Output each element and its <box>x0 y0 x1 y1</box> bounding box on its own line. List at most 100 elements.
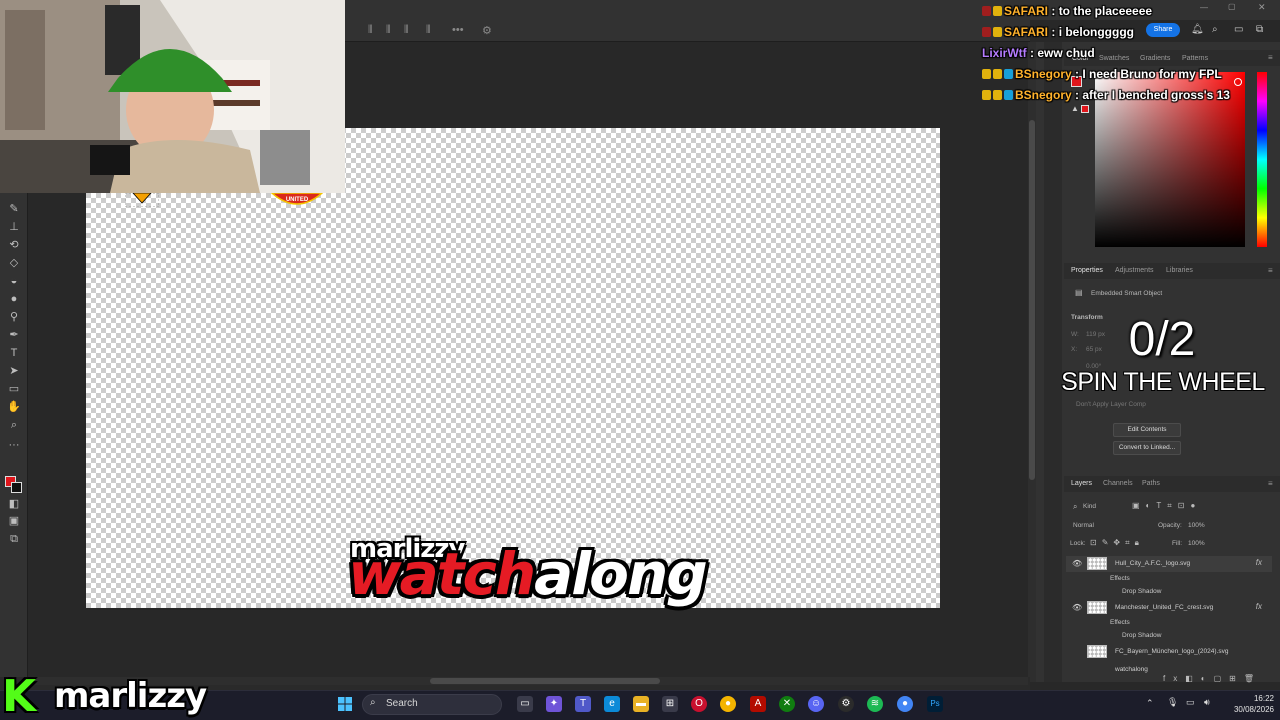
tab-channels[interactable]: Channels <box>1103 480 1133 487</box>
convert-to-linked-button[interactable]: Convert to Linked... <box>1113 441 1181 455</box>
windows-start-icon[interactable] <box>338 697 352 711</box>
path-select-icon[interactable]: ➤ <box>6 364 22 378</box>
discord-icon[interactable]: ☺ <box>808 696 824 712</box>
man-united-crest[interactable]: UNITED <box>270 193 324 208</box>
blur-tool-icon[interactable]: ● <box>6 292 22 306</box>
tab-libraries[interactable]: Libraries <box>1166 267 1193 274</box>
eraser-tool-icon[interactable]: ◇ <box>6 256 22 270</box>
stamp-tool-icon[interactable]: ⊥ <box>6 220 22 234</box>
bell-icon[interactable]: 🔔︎ <box>1191 24 1204 35</box>
hull-city-crest[interactable] <box>125 193 159 207</box>
layer-effect-drop-shadow[interactable]: Drop Shadow <box>1122 632 1161 639</box>
arrange-icon[interactable]: ⧉ <box>1256 24 1263 35</box>
layer-filter-icons[interactable]: ▣◐T⌗⊡● <box>1132 501 1201 511</box>
hue-slider[interactable] <box>1257 72 1267 247</box>
screen-mode-icon[interactable]: ▣ <box>6 514 22 528</box>
color-picker-handle[interactable] <box>1234 78 1242 86</box>
more-tools-icon[interactable]: ··· <box>6 438 22 452</box>
lock-icons[interactable]: ⊡✎✥⌗🔒︎ <box>1090 538 1144 548</box>
file-explorer-icon[interactable]: ▬ <box>633 696 649 712</box>
search-icon[interactable]: ⌕ <box>1212 24 1218 35</box>
chrome-profile-icon[interactable]: ● <box>897 696 913 712</box>
steam-icon[interactable]: ⚙ <box>838 696 854 712</box>
tab-adjustments[interactable]: Adjustments <box>1115 267 1154 274</box>
tab-properties[interactable]: Properties <box>1071 267 1103 274</box>
edit-contents-button[interactable]: Edit Contents <box>1113 423 1181 437</box>
rectangle-tool-icon[interactable]: ▭ <box>6 382 22 396</box>
chat-username[interactable]: BSnegory <box>1015 67 1072 81</box>
eye-icon[interactable]: 👁︎ <box>1072 559 1082 568</box>
opacity-value[interactable]: 100% <box>1188 522 1205 529</box>
pen-tool-icon[interactable]: ✒ <box>6 328 22 342</box>
chat-username[interactable]: LixirWtf <box>982 46 1027 60</box>
fx-icon[interactable]: fx <box>1256 558 1262 567</box>
photoshop-icon[interactable]: Ps <box>927 696 943 712</box>
panel-background-swatch[interactable] <box>1081 105 1089 113</box>
tab-patterns[interactable]: Patterns <box>1182 55 1208 62</box>
gear-icon[interactable]: ⚙ <box>482 24 492 37</box>
layer-row[interactable]: FC_Bayern_München_logo_(2024).svg <box>1066 644 1272 660</box>
tray-chevron-icon[interactable]: ⌃ <box>1146 698 1154 709</box>
distribute-icon[interactable]: ⫴ <box>426 24 431 37</box>
more-options-icon[interactable]: ••• <box>452 24 464 36</box>
fill-value[interactable]: 100% <box>1188 540 1205 547</box>
vertical-scroll-thumb[interactable] <box>1029 120 1035 480</box>
share-button[interactable]: Share <box>1146 23 1180 37</box>
spotify-icon[interactable]: ≋ <box>867 696 883 712</box>
tab-swatches[interactable]: Swatches <box>1099 55 1129 62</box>
edge-icon[interactable]: e <box>604 696 620 712</box>
layer-effects[interactable]: Effects <box>1110 619 1130 626</box>
maximize-icon[interactable]: ▢ <box>1228 2 1236 11</box>
panel-menu-icon[interactable]: ≡ <box>1268 53 1273 62</box>
layer-action-icons[interactable]: fx◧◐▢⊞🗑︎ <box>1163 674 1262 683</box>
tab-gradients[interactable]: Gradients <box>1140 55 1170 62</box>
layers-menu-icon[interactable]: ≡ <box>1268 479 1273 488</box>
task-view-icon[interactable]: ▭ <box>517 696 533 712</box>
xbox-icon[interactable]: ✕ <box>779 696 795 712</box>
workspace-icon[interactable]: ▭ <box>1234 24 1243 35</box>
opera-icon[interactable]: O <box>691 696 707 712</box>
eye-icon[interactable]: 👁︎ <box>1072 603 1082 612</box>
edit-toolbar-icon[interactable]: ⧉ <box>6 532 22 546</box>
chrome-icon[interactable]: ● <box>720 696 736 712</box>
store-icon[interactable]: ⊞ <box>662 696 678 712</box>
minimize-icon[interactable]: — <box>1200 3 1208 12</box>
horizontal-scroll-thumb[interactable] <box>430 678 660 684</box>
volume-icon[interactable]: 🔊︎ <box>1204 697 1210 708</box>
background-color-swatch[interactable] <box>11 482 22 493</box>
tab-layers[interactable]: Layers <box>1071 480 1092 487</box>
teams-icon[interactable]: T <box>575 696 591 712</box>
properties-menu-icon[interactable]: ≡ <box>1268 266 1273 275</box>
brush-tool-icon[interactable]: ✎ <box>6 202 22 216</box>
dodge-tool-icon[interactable]: ⚲ <box>6 310 22 324</box>
blend-mode-select[interactable]: Normal <box>1073 522 1094 529</box>
layer-row[interactable]: 👁︎ Hull_City_A.F.C._logo.svg fx <box>1066 556 1272 572</box>
taskbar-clock[interactable]: 16:22 30/08/2026 <box>1222 693 1274 715</box>
zoom-tool-icon[interactable]: ⌕ <box>6 418 22 432</box>
paint-bucket-icon[interactable]: ◒ <box>6 274 22 288</box>
align-right-icon[interactable]: ⫴ <box>404 24 409 37</box>
layer-row[interactable]: watchalong <box>1066 664 1272 674</box>
quick-mask-icon[interactable]: ◧ <box>6 497 22 511</box>
chat-username[interactable]: BSnegory <box>1015 88 1072 102</box>
history-brush-icon[interactable]: ⟲ <box>6 238 22 252</box>
type-tool-icon[interactable]: T <box>6 346 22 360</box>
chat-username[interactable]: SAFARI <box>1004 4 1048 18</box>
microphone-icon[interactable]: 🎙︎ <box>1167 697 1178 708</box>
copilot-icon[interactable]: ✦ <box>546 696 562 712</box>
fx-icon[interactable]: fx <box>1256 602 1262 611</box>
layer-effects[interactable]: Effects <box>1110 575 1130 582</box>
layer-filter-select[interactable]: Kind <box>1083 503 1096 510</box>
network-icon[interactable]: ▭ <box>1186 697 1195 708</box>
chat-username[interactable]: SAFARI <box>1004 25 1048 39</box>
document-canvas[interactable] <box>86 128 940 608</box>
layer-row[interactable]: 👁︎ Manchester_United_FC_crest.svg fx <box>1066 600 1272 616</box>
hand-tool-icon[interactable]: ✋ <box>6 400 22 414</box>
align-left-icon[interactable]: ⫴ <box>368 24 373 37</box>
tab-paths[interactable]: Paths <box>1142 480 1160 487</box>
align-center-icon[interactable]: ⫴ <box>386 24 391 37</box>
layer-comp-select[interactable]: Don't Apply Layer Comp <box>1076 401 1146 408</box>
acrobat-icon[interactable]: A <box>750 696 766 712</box>
close-icon[interactable]: ✕ <box>1258 2 1266 13</box>
taskbar-search[interactable] <box>362 694 502 715</box>
